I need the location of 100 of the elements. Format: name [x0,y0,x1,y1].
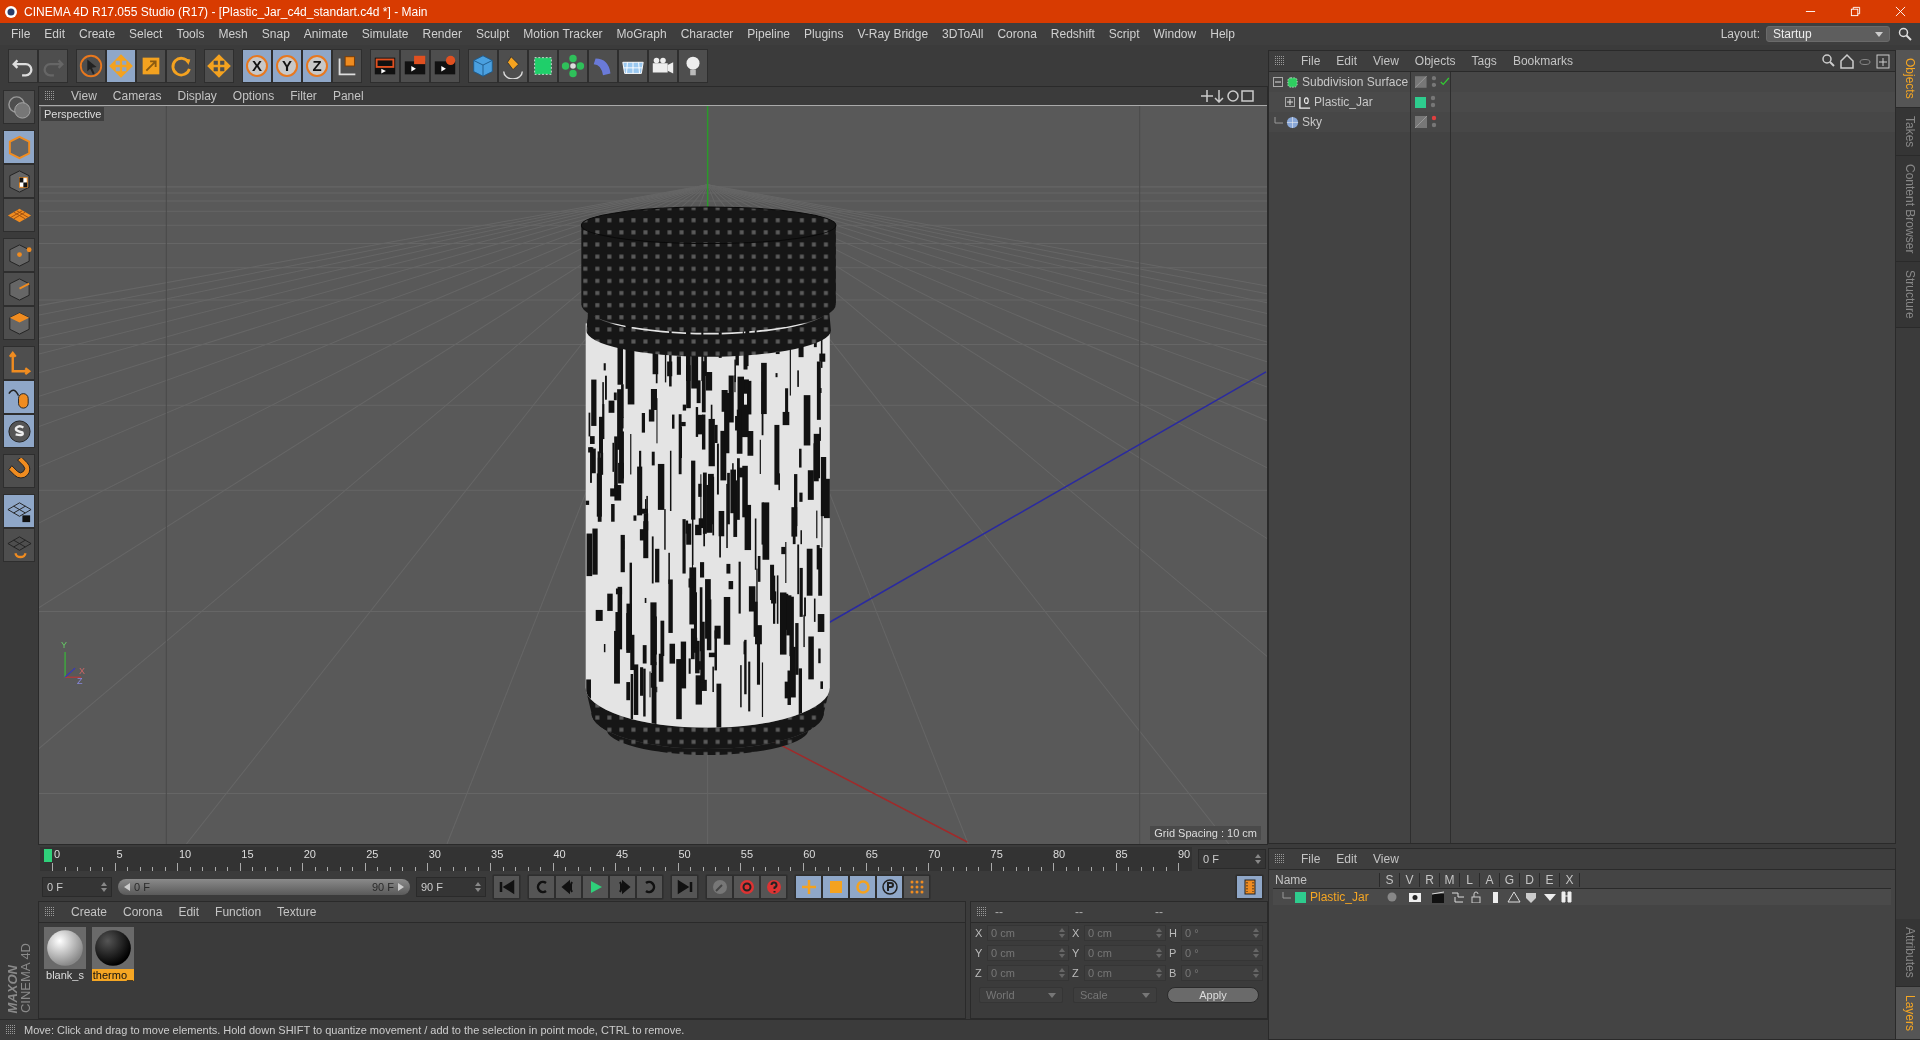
side-tab[interactable]: Layers [1896,986,1920,1040]
menu-item[interactable]: Render [415,27,469,41]
menu-item[interactable]: Help [1203,27,1242,41]
menu-item[interactable]: Pipeline [740,27,798,41]
spinner-icon[interactable] [1255,854,1261,864]
column-header[interactable]: E [1540,873,1560,887]
loop-button[interactable] [636,875,663,899]
render-settings-button[interactable] [430,48,460,83]
timeline-ruler[interactable]: 0 5 10 15 20 25 30 35 40 45 50 55 60 65 70 75 80 85 90 [40,847,1192,871]
menu-item[interactable]: Create [72,27,123,41]
points-button[interactable] [3,238,35,272]
render-picture-button[interactable] [400,48,430,83]
camera-button[interactable] [648,48,678,83]
coord-button[interactable] [332,48,362,83]
go-to-start-button[interactable] [493,875,520,899]
manager-tools-icon[interactable] [1821,53,1891,69]
viewport-menu-item[interactable]: Panel [324,89,372,103]
menu-item[interactable]: Tools [169,27,212,41]
material-menu-item[interactable]: Function [207,905,270,919]
menu-item[interactable]: Select [122,27,170,41]
column-header[interactable]: L [1460,873,1480,887]
axis-lock-button[interactable]: X [242,48,272,83]
menu-item[interactable]: 3DToAll [935,27,991,41]
menu-item[interactable]: Mesh [211,27,255,41]
deformer-button[interactable] [588,48,618,83]
column-header[interactable]: A [1480,873,1500,887]
side-tab[interactable]: Content Browser [1896,156,1920,263]
layer-color-swatch[interactable] [1415,96,1426,108]
camera-label[interactable]: Perspective [41,107,105,121]
viewport-menu-item[interactable]: Options [224,89,283,103]
scale-key-button[interactable] [822,875,849,899]
check-icon[interactable] [1440,77,1450,87]
snap-button[interactable] [3,414,35,448]
model-button[interactable] [3,90,35,124]
move-button[interactable] [106,48,136,83]
viewport-menu-item[interactable]: Cameras [104,89,170,103]
expand-toggle-icon[interactable] [1273,77,1283,87]
layer-color-swatch[interactable] [1295,891,1306,903]
object-menu-item[interactable]: Bookmarks [1504,54,1581,68]
axis-lock-button[interactable]: Y [272,48,302,83]
menu-item[interactable]: Character [673,27,741,41]
axis-lock-button[interactable]: Z [302,48,332,83]
layer-name[interactable]: Plastic_Jar [1310,890,1372,904]
viewport-menu-item[interactable]: View [63,89,105,103]
record-button[interactable] [733,875,760,899]
spinner-icon[interactable] [101,882,107,892]
object-menu-item[interactable]: File [1293,54,1329,68]
material-menu-item[interactable]: Texture [269,905,325,919]
spinner-icon[interactable] [475,882,481,892]
material-menu-item[interactable]: Create [63,905,116,919]
column-header[interactable]: X [1560,873,1580,887]
undo-button[interactable] [8,48,38,83]
column-header[interactable]: Name [1273,873,1380,887]
key-button[interactable] [706,875,733,899]
subdivision-button[interactable] [528,48,558,83]
rotate-button[interactable] [166,48,196,83]
help-button[interactable] [760,875,787,899]
menu-item[interactable]: Redshift [1043,27,1102,41]
side-tab[interactable]: Attributes [1896,919,1920,987]
rotate-key-button[interactable] [849,875,876,899]
polygons-button[interactable] [3,306,35,340]
layout-dropdown[interactable]: Startup [1766,26,1890,42]
restore-icon[interactable] [1850,6,1861,17]
menu-item[interactable]: MoGraph [609,27,674,41]
menu-item[interactable]: Plugins [797,27,851,41]
menu-item[interactable]: Sculpt [468,27,517,41]
object-name[interactable]: Plastic_Jar [1314,95,1373,109]
tweak-button[interactable] [3,380,35,414]
side-tab[interactable]: Structure [1896,262,1920,329]
column-header[interactable]: S [1380,873,1400,887]
layer-menu-item[interactable]: Edit [1328,852,1366,866]
texture-button[interactable] [3,164,35,198]
floor-button[interactable] [618,48,648,83]
column-header[interactable]: M [1440,873,1460,887]
select-button[interactable] [76,48,106,83]
side-tab[interactable]: Objects [1896,50,1920,108]
edges-button[interactable] [3,272,35,306]
column-header[interactable]: G [1500,873,1520,887]
play-button[interactable] [582,875,609,899]
scale-button[interactable] [136,48,166,83]
go-to-end-button[interactable] [671,875,698,899]
cube-button[interactable] [468,48,498,83]
search-icon[interactable] [1898,27,1912,41]
current-frame-field[interactable]: 0 F [1198,849,1266,869]
object-menu-item[interactable]: View [1365,54,1407,68]
column-header[interactable]: R [1420,873,1440,887]
object-menu-item[interactable]: Tags [1463,54,1505,68]
material-menu-item[interactable]: Corona [115,905,171,919]
column-header[interactable]: V [1400,873,1420,887]
visibility-dots-icon[interactable] [1430,95,1436,109]
layer-menu-item[interactable]: File [1293,852,1329,866]
material-swatch[interactable]: blank_s [43,927,87,981]
point-level-button[interactable] [903,875,930,899]
object-name[interactable]: Sky [1302,115,1322,129]
visibility-dots-icon[interactable] [1431,115,1437,129]
lock-workplane-button[interactable] [3,494,35,528]
visibility-dots-icon[interactable] [1430,75,1437,89]
timeline-button[interactable] [1236,875,1263,899]
workplane-button[interactable] [3,198,35,232]
loop-back-button[interactable] [528,875,555,899]
